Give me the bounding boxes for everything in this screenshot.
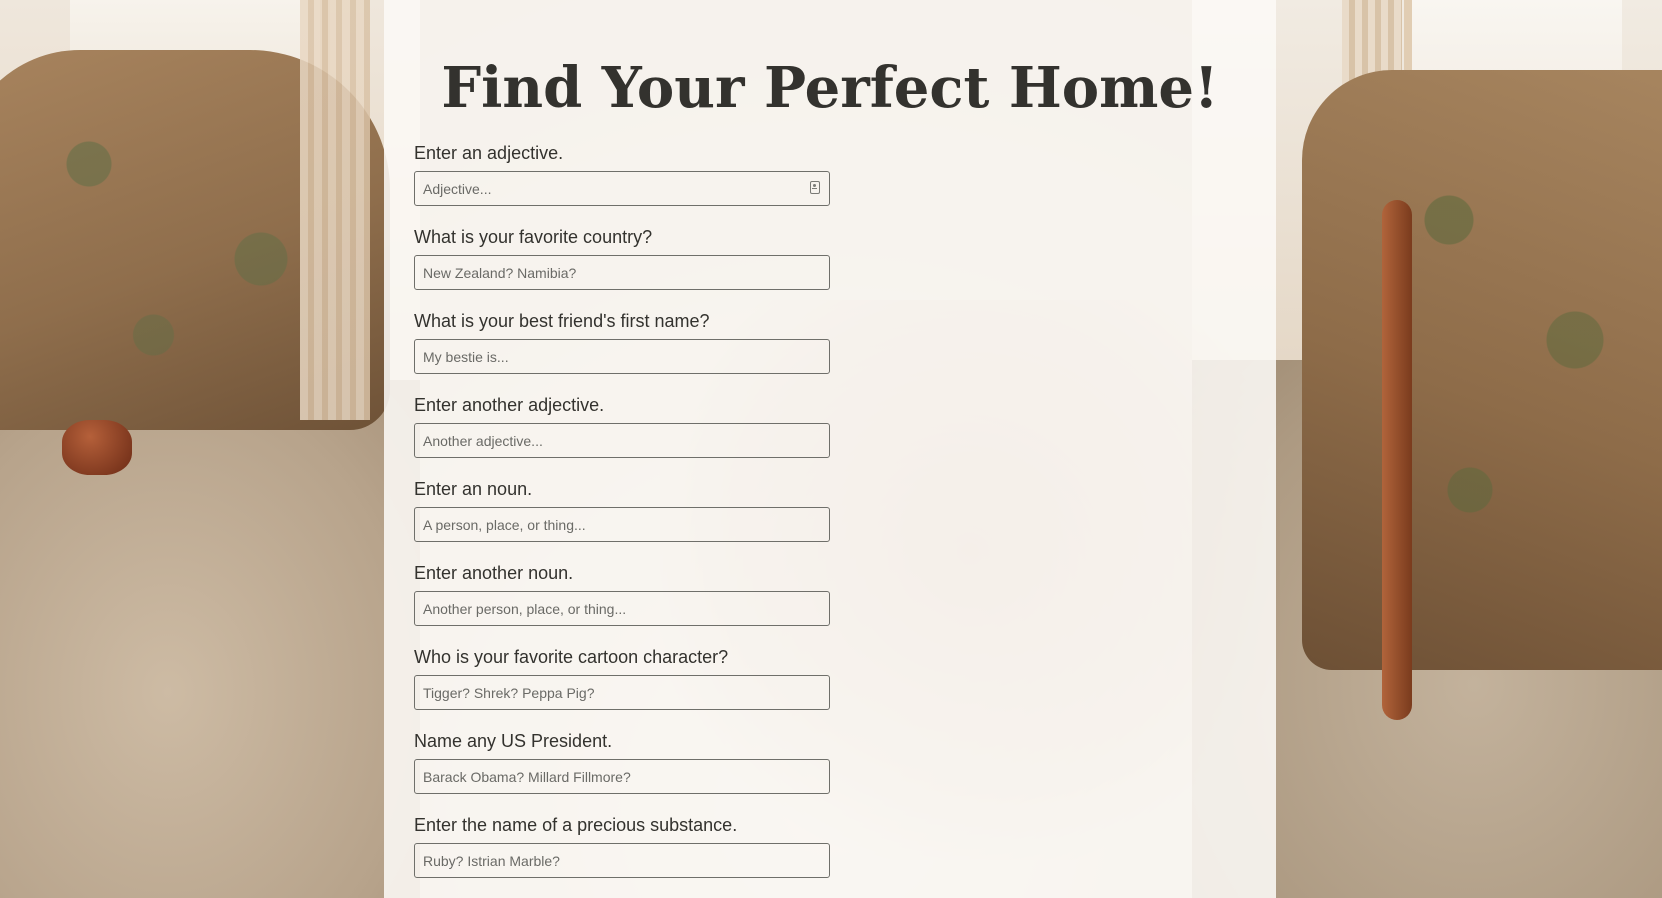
background-armchair-leg — [62, 420, 132, 475]
madlib-form: Enter an adjective. What is your favorit… — [414, 142, 1246, 898]
input-wrapper — [414, 591, 830, 626]
background-sofa-wood-frame — [1382, 200, 1412, 720]
field-label: What is your favorite country? — [414, 227, 653, 247]
page-title: Find Your Perfect Home! — [441, 55, 1219, 121]
field-label: Enter an adjective. — [414, 143, 564, 163]
adjective-input[interactable] — [414, 171, 830, 206]
best-friend-name-input[interactable] — [414, 339, 830, 374]
contact-card-icon[interactable] — [810, 181, 820, 194]
field-best-friend-name: What is your best friend's first name? — [414, 310, 1246, 394]
field-label: Name any US President. — [414, 731, 613, 751]
field-another-adjective: Enter another adjective. — [414, 394, 1246, 478]
input-wrapper — [414, 423, 830, 458]
field-precious-substance: Enter the name of a precious substance. — [414, 814, 1246, 898]
noun-input[interactable] — [414, 507, 830, 542]
input-wrapper — [414, 759, 830, 794]
input-wrapper — [414, 675, 830, 710]
us-president-input[interactable] — [414, 759, 830, 794]
input-wrapper — [414, 507, 830, 542]
background-sofa — [1302, 70, 1662, 670]
field-us-president: Name any US President. — [414, 730, 1246, 814]
field-label: Enter another adjective. — [414, 395, 605, 415]
field-label: What is your best friend's first name? — [414, 311, 710, 331]
field-adjective: Enter an adjective. — [414, 142, 1246, 226]
field-another-noun: Enter another noun. — [414, 562, 1246, 646]
field-cartoon-character: Who is your favorite cartoon character? — [414, 646, 1246, 730]
background-left-curtain — [300, 0, 370, 420]
input-wrapper — [414, 255, 830, 290]
field-label: Enter an noun. — [414, 479, 533, 499]
input-wrapper — [414, 843, 830, 878]
precious-substance-input[interactable] — [414, 843, 830, 878]
field-label: Who is your favorite cartoon character? — [414, 647, 729, 667]
field-favorite-country: What is your favorite country? — [414, 226, 1246, 310]
field-label: Enter the name of a precious substance. — [414, 815, 738, 835]
field-label: Enter another noun. — [414, 563, 574, 583]
cartoon-character-input[interactable] — [414, 675, 830, 710]
another-adjective-input[interactable] — [414, 423, 830, 458]
input-wrapper — [414, 339, 830, 374]
field-noun: Enter an noun. — [414, 478, 1246, 562]
form-panel: Find Your Perfect Home! Enter an adjecti… — [384, 0, 1276, 898]
favorite-country-input[interactable] — [414, 255, 830, 290]
another-noun-input[interactable] — [414, 591, 830, 626]
input-wrapper — [414, 171, 830, 206]
